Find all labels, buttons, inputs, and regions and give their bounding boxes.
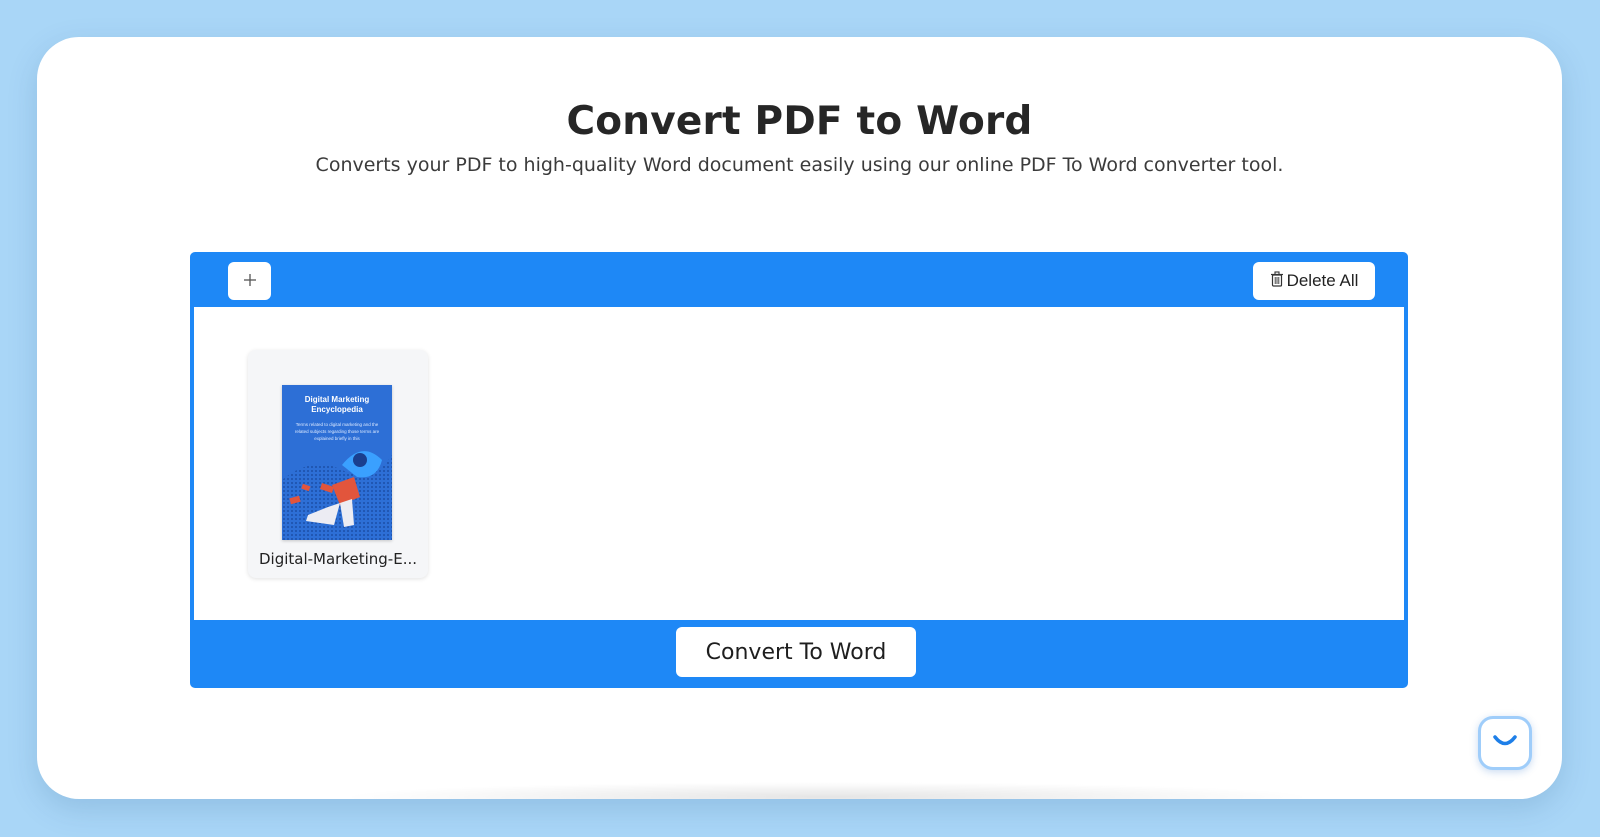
file-item[interactable]: Digital Marketing Encyclopedia Terms rel… (248, 350, 428, 578)
file-drop-area[interactable]: Digital Marketing Encyclopedia Terms rel… (194, 307, 1404, 620)
add-file-button[interactable] (228, 262, 271, 300)
trash-icon (1270, 270, 1284, 292)
page-subtitle: Converts your PDF to high-quality Word d… (315, 154, 1284, 176)
delete-all-button[interactable]: Delete All (1253, 262, 1375, 300)
page-title: Convert PDF to Word (566, 99, 1033, 144)
decorative-shadow (337, 782, 1317, 799)
smile-chat-icon (1491, 732, 1519, 754)
file-name: Digital-Marketing-E... (258, 550, 417, 568)
delete-all-label: Delete All (1286, 271, 1359, 290)
converter-panel: Delete All Digital Marketing Encyclopedi… (190, 252, 1408, 688)
plus-icon (243, 272, 257, 291)
convert-to-word-button[interactable]: Convert To Word (676, 627, 916, 677)
chat-widget-button[interactable] (1478, 716, 1532, 770)
thumbnail-illustration (282, 451, 392, 540)
main-card: Convert PDF to Word Converts your PDF to… (37, 37, 1562, 799)
pdf-thumbnail: Digital Marketing Encyclopedia Terms rel… (282, 385, 392, 540)
